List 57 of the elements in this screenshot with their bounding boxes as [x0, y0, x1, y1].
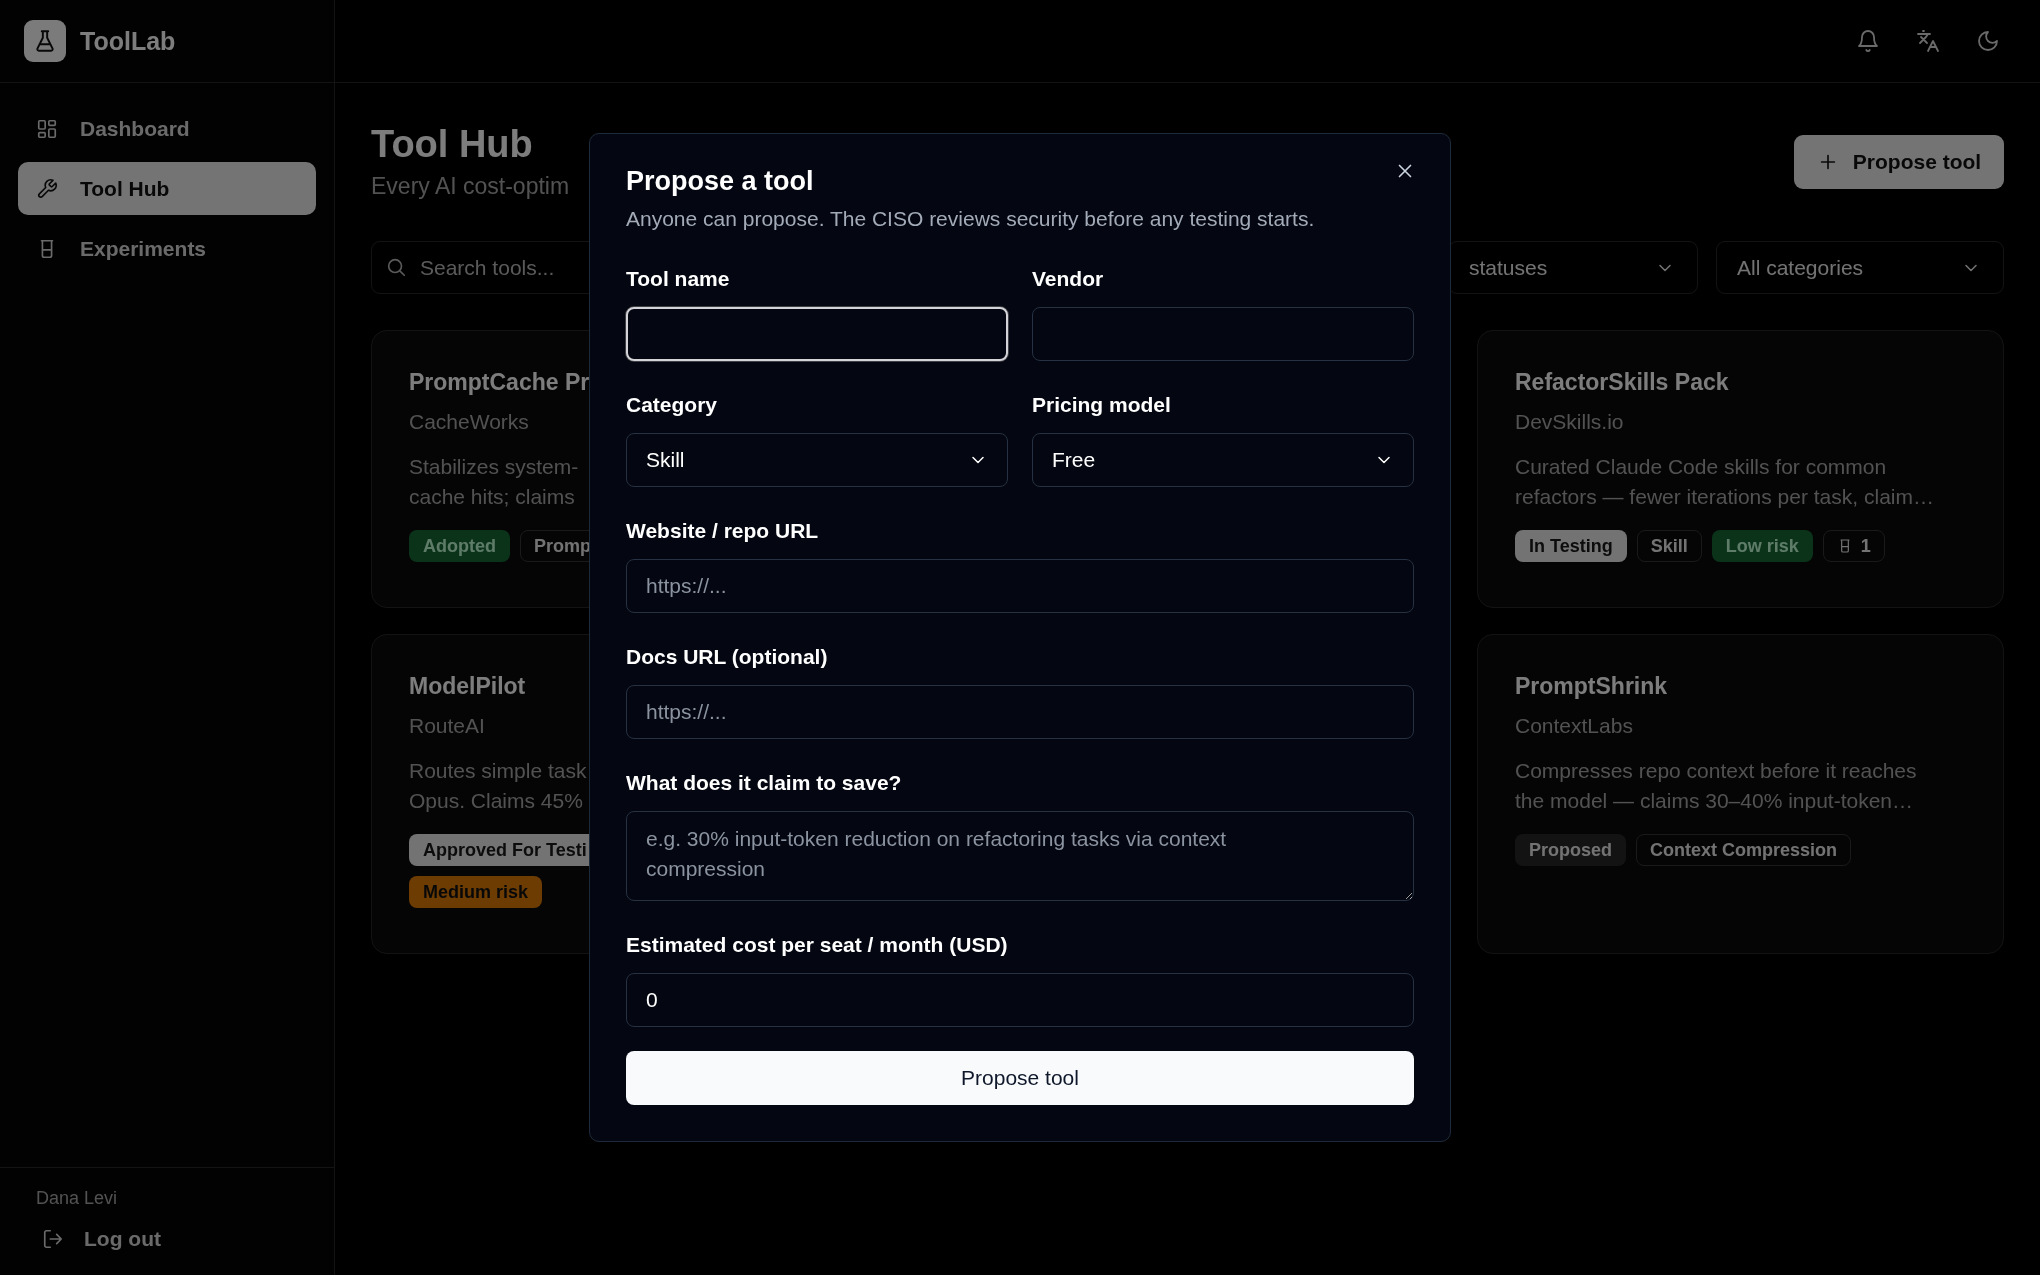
tag: Proposed: [1515, 834, 1626, 866]
select-field[interactable]: Skill: [626, 433, 1008, 487]
tool-card[interactable]: PromptShrink ContextLabs Compresses repo context before it reaches the model — claims 30–40% input-token… Proposed Context Compression: [1477, 634, 2004, 954]
logout-icon: [42, 1228, 64, 1250]
card-title: PromptShrink: [1515, 673, 1668, 700]
field-label: Category: [626, 393, 718, 417]
tag: Context Compression: [1636, 834, 1852, 866]
tag: Skill: [1636, 530, 1702, 562]
tag: Adopted: [409, 530, 510, 562]
page-title: Tool Hub: [371, 122, 534, 167]
propose-tool-button[interactable]: Propose tool: [626, 1051, 1414, 1105]
category-filter[interactable]: All categories: [1716, 241, 2004, 294]
tag: Medium risk: [409, 876, 543, 908]
input-field[interactable]: https://...: [626, 685, 1414, 739]
nav-item[interactable]: Tool Hub: [18, 162, 316, 215]
logout-button[interactable]: Log out: [36, 1227, 316, 1251]
count-text: 1: [1860, 535, 1871, 557]
input-field[interactable]: [1032, 307, 1414, 361]
propose-tool-button[interactable]: Propose tool: [1794, 135, 2004, 189]
field-label: Website / repo URL: [626, 519, 819, 543]
field-label: Tool name: [626, 267, 730, 291]
tag: In Testing: [1515, 530, 1627, 562]
card-title: RefactorSkills Pack: [1515, 369, 1729, 396]
nav-item[interactable]: Dashboard: [18, 102, 316, 155]
card-description: Compresses repo context before it reaches the model — claims 30–40% input-token…: [1515, 758, 1917, 814]
vendor-name: DevSkills.io: [1515, 410, 1624, 434]
card-description: Stabilizes system- cache hits; claims: [409, 454, 579, 510]
card-title: ModelPilot: [409, 673, 526, 700]
card-title: PromptCache Pr: [409, 369, 590, 396]
wrench-icon: [36, 177, 58, 200]
app-name: ToolLab: [80, 26, 176, 56]
field-label: Pricing model: [1032, 393, 1171, 417]
moon-icon[interactable]: [1976, 29, 2000, 53]
grid-icon: [36, 117, 58, 140]
tool-card[interactable]: RefactorSkills Pack DevSkills.io Curated Claude Code skills for common refactors — fewer iterations per task, claim… In Testing Skill Low risk 1: [1477, 330, 2004, 608]
select-field[interactable]: Free: [1032, 433, 1414, 487]
tag: Low risk: [1711, 530, 1813, 562]
nav-item[interactable]: Experiments: [18, 222, 316, 275]
user-name: Dana Levi: [36, 1188, 119, 1209]
field-label: What does it claim to save?: [626, 771, 902, 795]
text-area[interactable]: e.g. 30% input-token reduction on refactoring tasks via context compression: [626, 811, 1414, 901]
dialog-description: Anyone can propose. The CISO reviews security before any testing starts.: [626, 207, 1316, 231]
page-subtitle: Every AI cost-optim: [371, 173, 570, 200]
search-icon: [385, 256, 407, 278]
field-label: Estimated cost per seat / month (USD): [626, 933, 1008, 957]
input-field[interactable]: https://...: [626, 559, 1414, 613]
vendor-name: CacheWorks: [409, 410, 529, 434]
notification-bell-icon[interactable]: [1856, 29, 1880, 53]
dialog-title: Propose a tool: [626, 166, 814, 197]
card-description: Curated Claude Code skills for common refactors — fewer iterations per task, claim…: [1515, 454, 1934, 510]
card-description: Routes simple task Opus. Claims 45%: [409, 758, 587, 814]
field-label: Vendor: [1032, 267, 1104, 291]
vendor-name: ContextLabs: [1515, 714, 1633, 738]
input-field[interactable]: 0: [626, 973, 1414, 1027]
translate-icon[interactable]: [1916, 29, 1940, 53]
vendor-name: RouteAI: [409, 714, 485, 738]
field-label: Docs URL (optional): [626, 645, 828, 669]
